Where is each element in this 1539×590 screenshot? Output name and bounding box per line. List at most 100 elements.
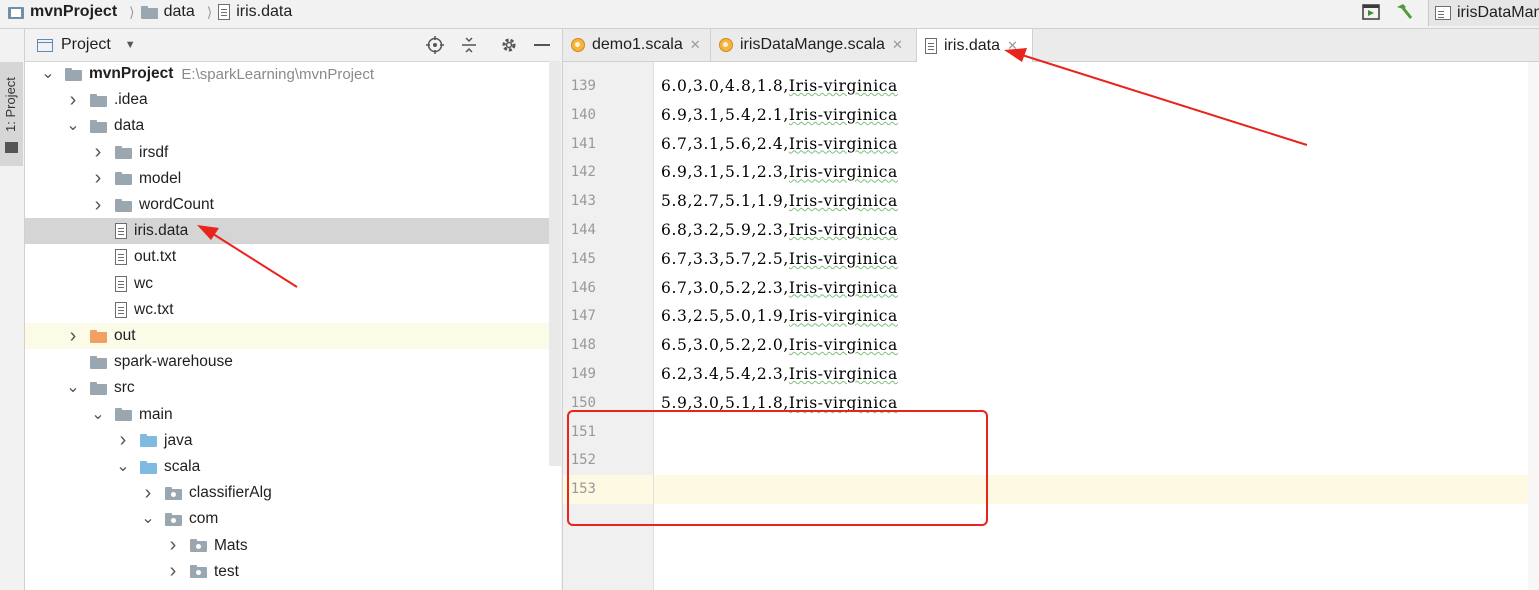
tree-row[interactable]: out.txt [25,244,561,270]
chevron-down-icon[interactable]: ⌄ [66,380,80,396]
code-values: 6.7,3.1,5.6,2.4, [661,134,789,153]
line-number: 147 [570,308,596,325]
tree-row[interactable]: ⌄ scala [25,454,561,480]
gear-icon[interactable] [499,35,519,55]
tree-row[interactable]: › test [25,559,561,585]
editor-scrollbar[interactable] [1528,62,1539,590]
folder-icon [90,93,107,107]
tree-row[interactable]: › irsdf [25,140,561,166]
tree-row[interactable]: ⌄ main [25,402,561,428]
project-panel-title: Project [61,36,111,53]
chevron-down-icon[interactable]: ⌄ [116,459,130,475]
code-class-label: Iris-virginica [788,393,898,412]
code-area[interactable]: 6.0,3.0,4.8,1.8,Iris-virginica 6.9,3.1,5.… [654,62,1539,590]
text-file-icon [218,4,231,20]
code-line: 6.7,3.3,5.7,2.5,Iris-virginica [661,245,898,274]
line-number: 141 [570,135,596,152]
tree-item-label: wc [134,274,153,292]
folder-icon [115,408,132,422]
chevron-right-icon[interactable]: › [91,167,105,190]
tab-irisDataMange[interactable]: irisDataMange.scala ✕ [711,29,917,61]
close-icon[interactable]: ✕ [892,37,903,53]
line-number: 148 [570,337,596,354]
code-class-label: Iris-virginica [788,192,898,211]
line-number: 151 [570,423,596,440]
code-class-label: Iris-virginica [788,134,898,153]
scala-object-icon [719,38,733,52]
chevron-right-icon[interactable]: › [141,482,155,505]
tree-row[interactable]: ⌄ com [25,506,561,532]
line-number: 149 [570,366,596,382]
tree-item-label: out.txt [134,248,177,266]
tree-row[interactable]: › classifierAlg [25,480,561,506]
tree-row[interactable]: ⌄ src [25,375,561,401]
project-view-selector[interactable]: Project ▼ [37,36,136,54]
tree-row[interactable]: › wordCount [25,192,561,218]
line-number: 139 [570,78,596,94]
chevron-down-icon[interactable]: ⌄ [141,511,155,527]
folder-icon [115,198,132,212]
tree-row[interactable]: › Mats [25,533,561,559]
line-number: 142 [570,164,596,181]
chevron-right-icon[interactable]: › [166,560,180,583]
folder-icon [115,172,132,186]
line-number: 150 [570,394,596,411]
tree-row[interactable]: ⌄ data [25,113,561,139]
code-class-label: Iris-virginica [788,278,898,297]
close-icon[interactable]: ✕ [690,37,701,53]
tree-row[interactable]: spark-warehouse [25,349,561,375]
build-hammer-icon[interactable] [1394,0,1414,24]
tree-item-label: wc.txt [134,300,174,318]
chevron-down-icon[interactable]: ⌄ [91,406,105,422]
tree-item-label: com [189,510,219,528]
code-line: 6.2,3.4,5.4,2.3,Iris-virginica [661,360,898,389]
code-values: 6.5,3.0,5.2,2.0, [661,336,789,355]
chevron-right-icon[interactable]: › [166,534,180,557]
excluded-folder-icon [90,329,107,343]
tree-row[interactable]: ⌄ mvnProject E:\sparkLearning\mvnProject [25,61,561,87]
chevron-down-icon[interactable]: ⌄ [41,66,55,82]
hide-panel-icon[interactable] [532,35,552,55]
breadcrumb-separator: ⟩ [206,3,213,20]
tree-row[interactable]: wc.txt [25,297,561,323]
code-line: 6.9,3.1,5.4,2.1,Iris-virginica [661,101,898,130]
run-configuration-selector[interactable]: irisDataMange [1428,0,1539,26]
chevron-down-icon[interactable]: ⌄ [66,118,80,134]
tree-item-label: wordCount [139,196,214,213]
chevron-down-icon: ▼ [124,39,136,51]
editor-area: demo1.scala ✕ irisDataMange.scala ✕ iris… [562,29,1539,590]
tree-item-label: .idea [114,91,148,109]
chevron-right-icon[interactable]: › [91,194,105,217]
project-tool-window-button[interactable]: 1: Project [0,62,23,166]
chevron-right-icon[interactable]: › [66,89,80,112]
tree-row[interactable]: iris.data [25,218,561,245]
navigation-bar: mvnProject ⟩ data ⟩ iris.data irisDataMa… [0,0,1539,29]
line-number: 144 [570,222,596,238]
tree-row[interactable]: › out [25,323,561,349]
locate-file-icon[interactable] [425,35,445,55]
run-icon[interactable] [1362,0,1380,24]
tree-row[interactable]: › .idea [25,87,561,113]
project-panel-header: Project ▼ [25,29,561,62]
folder-icon [140,5,158,19]
run-config-icon [1435,6,1451,20]
breadcrumb-data-folder[interactable]: data [164,3,195,21]
line-number: 140 [570,106,596,123]
chevron-right-icon[interactable]: › [116,429,130,452]
folder-icon [90,355,107,369]
code-values: 6.7,3.3,5.7,2.5, [661,249,789,268]
breadcrumb-file[interactable]: iris.data [236,3,292,21]
collapse-all-icon[interactable] [459,35,479,55]
tree-scrollbar[interactable] [549,61,561,466]
chevron-right-icon[interactable]: › [91,141,105,164]
chevron-right-icon[interactable]: › [66,325,80,348]
tree-row[interactable]: wc [25,271,561,297]
tree-row[interactable]: › model [25,166,561,192]
tab-demo1[interactable]: demo1.scala ✕ [563,29,711,61]
tree-row[interactable]: › java [25,428,561,454]
package-icon [190,539,207,553]
close-icon[interactable]: ✕ [1007,38,1018,54]
tab-iris-data[interactable]: iris.data ✕ [917,29,1033,62]
breadcrumb-project[interactable]: mvnProject [30,3,117,21]
line-number: 145 [570,250,596,267]
